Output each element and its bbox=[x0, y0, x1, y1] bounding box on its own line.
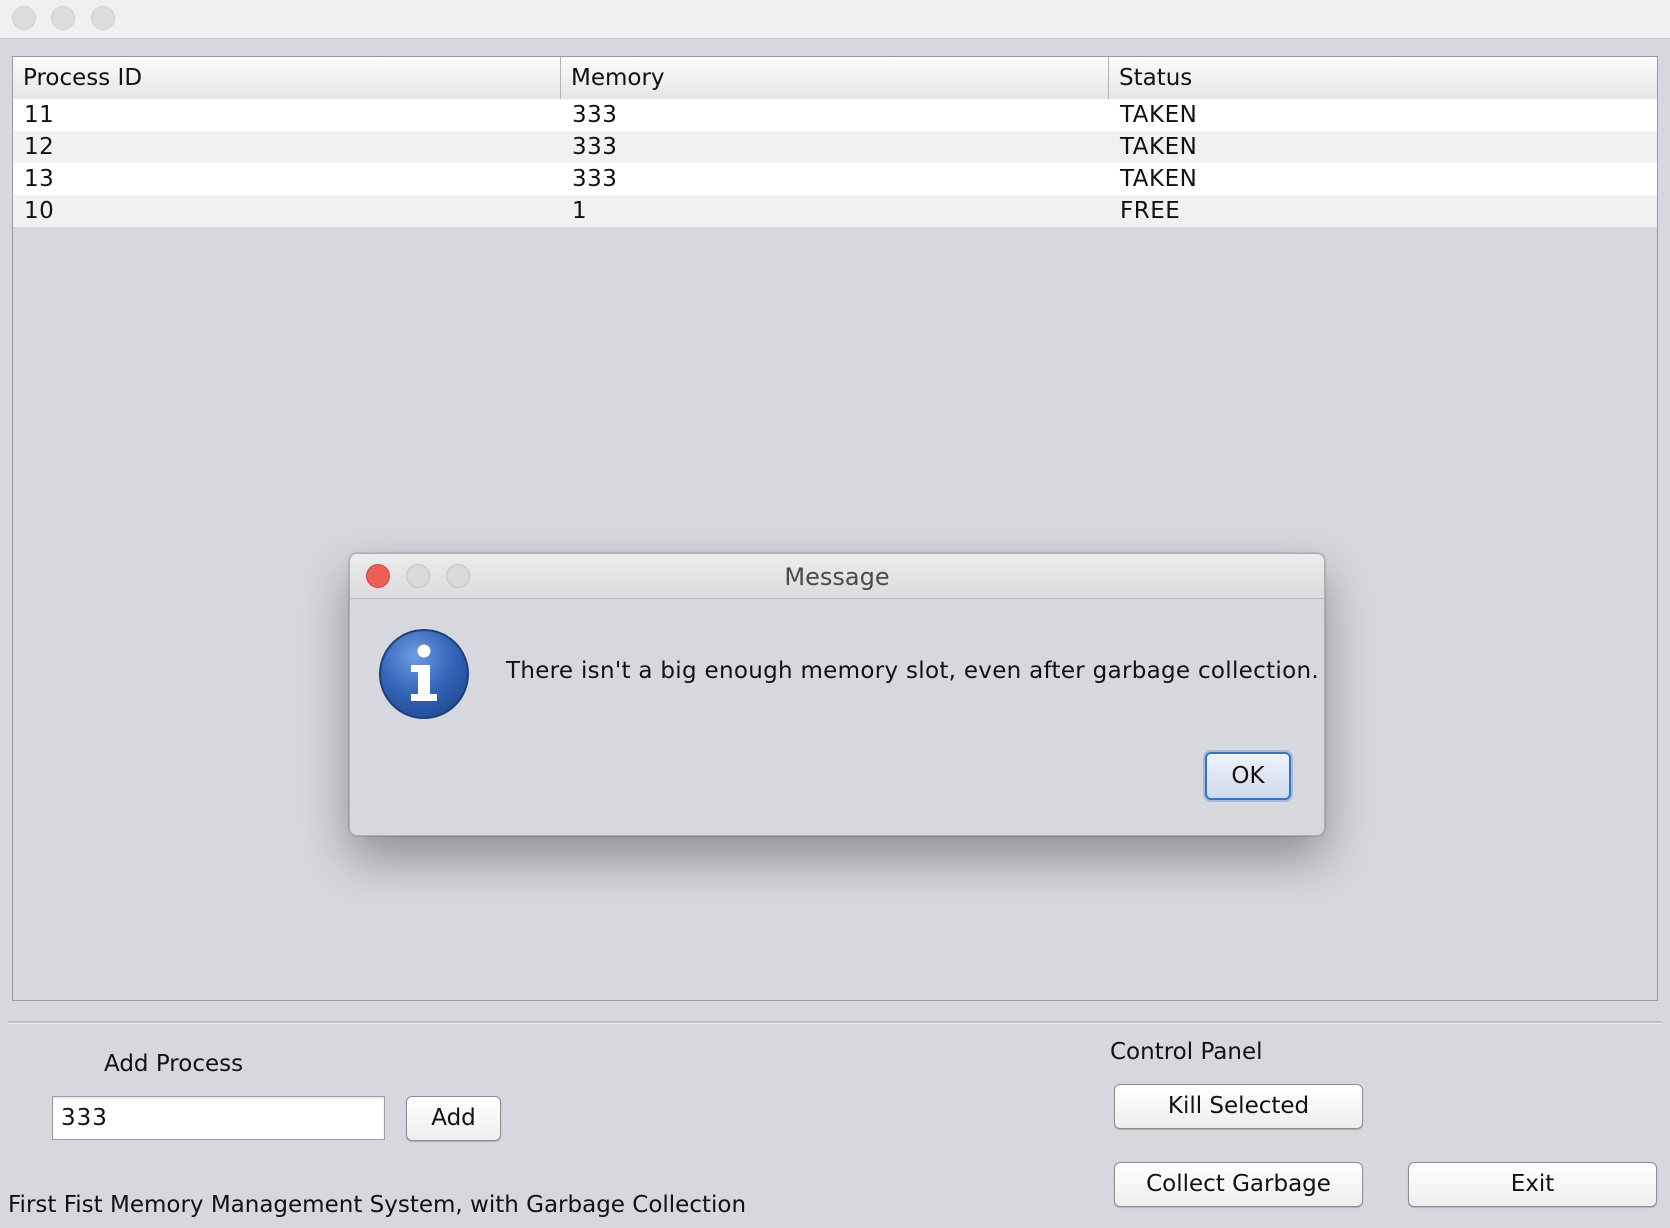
column-header-process-id[interactable]: Process ID bbox=[13, 57, 561, 99]
cell-process-id: 12 bbox=[24, 134, 55, 160]
table-row[interactable]: 11 333 TAKEN bbox=[13, 99, 1657, 131]
cell-process-id: 11 bbox=[24, 102, 55, 128]
main-window: Process ID Memory Status 11 333 TAKEN 12… bbox=[0, 0, 1670, 1228]
title-bar bbox=[0, 0, 1670, 39]
add-process-label: Add Process bbox=[104, 1051, 244, 1077]
info-icon bbox=[379, 629, 469, 719]
dialog-close-button[interactable] bbox=[366, 564, 390, 588]
panel-separator bbox=[8, 1021, 1662, 1024]
cell-process-id: 13 bbox=[24, 166, 55, 192]
control-panel-label: Control Panel bbox=[1110, 1039, 1263, 1065]
cell-memory: 1 bbox=[572, 198, 588, 224]
table-header: Process ID Memory Status bbox=[13, 57, 1657, 100]
cell-memory: 333 bbox=[572, 102, 618, 128]
dialog-minimize-button bbox=[406, 564, 430, 588]
table-row[interactable]: 13 333 TAKEN bbox=[13, 163, 1657, 195]
dialog-zoom-button bbox=[446, 564, 470, 588]
cell-status: TAKEN bbox=[1120, 102, 1198, 128]
collect-garbage-button[interactable]: Collect Garbage bbox=[1114, 1162, 1363, 1207]
cell-status: FREE bbox=[1120, 198, 1181, 224]
dialog-message: There isn't a big enough memory slot, ev… bbox=[506, 658, 1319, 684]
cell-status: TAKEN bbox=[1120, 134, 1198, 160]
exit-button[interactable]: Exit bbox=[1408, 1162, 1657, 1207]
cell-process-id: 10 bbox=[24, 198, 55, 224]
message-dialog: Message There isn't a big enough memory … bbox=[349, 553, 1325, 836]
close-window-button[interactable] bbox=[12, 6, 36, 30]
column-header-memory[interactable]: Memory bbox=[561, 57, 1109, 99]
add-button[interactable]: Add bbox=[406, 1096, 501, 1141]
cell-status: TAKEN bbox=[1120, 166, 1198, 192]
process-table[interactable]: Process ID Memory Status 11 333 TAKEN 12… bbox=[12, 56, 1658, 1001]
zoom-window-button[interactable] bbox=[91, 6, 115, 30]
ok-button[interactable]: OK bbox=[1205, 752, 1291, 800]
kill-selected-button[interactable]: Kill Selected bbox=[1114, 1084, 1363, 1129]
cell-memory: 333 bbox=[572, 134, 618, 160]
table-row[interactable]: 10 1 FREE bbox=[13, 195, 1657, 227]
dialog-title: Message bbox=[784, 563, 890, 591]
column-header-status[interactable]: Status bbox=[1109, 57, 1657, 99]
memory-size-input[interactable]: 333 bbox=[52, 1096, 385, 1140]
cell-memory: 333 bbox=[572, 166, 618, 192]
status-text: First Fist Memory Management System, wit… bbox=[8, 1192, 747, 1218]
minimize-window-button[interactable] bbox=[51, 6, 75, 30]
table-row[interactable]: 12 333 TAKEN bbox=[13, 131, 1657, 163]
dialog-title-bar: Message bbox=[350, 554, 1324, 599]
